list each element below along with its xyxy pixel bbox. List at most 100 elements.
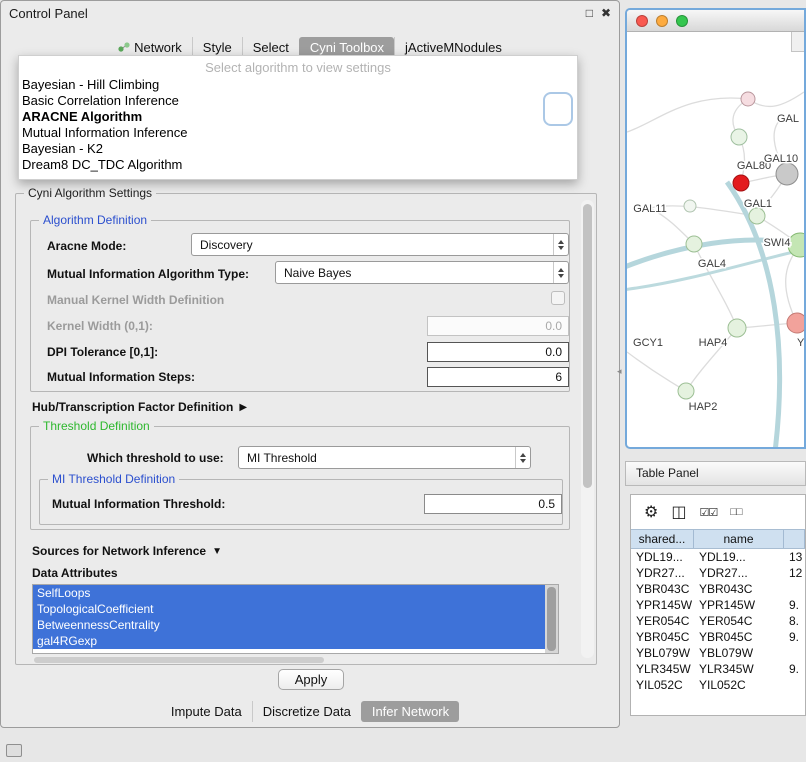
table-row[interactable]: YDR27...YDR27...12 bbox=[631, 565, 805, 581]
table-row[interactable]: YLR345WYLR345W9. bbox=[631, 661, 805, 677]
hub-definition-label: Hub/Transcription Factor Definition bbox=[32, 400, 233, 414]
network-edge bbox=[694, 244, 737, 328]
table-body: YDL19...YDL19...13YDR27...YDR27...12YBR0… bbox=[631, 549, 805, 693]
apply-button[interactable]: Apply bbox=[278, 669, 344, 690]
network-scrollbar-stub[interactable] bbox=[791, 32, 804, 52]
network-node[interactable] bbox=[728, 319, 746, 337]
table-cell: 13 bbox=[784, 549, 805, 565]
network-node-label: GAL1 bbox=[744, 198, 772, 210]
chevron-right-icon: ▶ bbox=[239, 402, 247, 413]
table-cell bbox=[784, 581, 805, 597]
network-node-label: GCY1 bbox=[633, 337, 663, 349]
attribute-item-gal4rgexp[interactable]: gal4RGexp bbox=[33, 633, 545, 649]
algorithm-option-bayesian-hill-climbing[interactable]: Bayesian - Hill Climbing bbox=[19, 77, 577, 93]
close-light-icon[interactable] bbox=[636, 15, 648, 27]
gear-icon[interactable]: ⚙ bbox=[644, 502, 658, 522]
network-icon bbox=[118, 41, 130, 53]
network-node-gal1[interactable] bbox=[749, 208, 765, 224]
stepper-icon bbox=[515, 447, 530, 468]
attributes-hscrollbar[interactable] bbox=[32, 656, 559, 664]
network-node-gal4[interactable] bbox=[686, 236, 702, 252]
network-node-gal10[interactable] bbox=[776, 163, 798, 185]
aracne-mode-label: Aracne Mode: bbox=[47, 239, 126, 253]
kernel-width-label: Kernel Width (0,1): bbox=[47, 319, 153, 333]
network-node[interactable] bbox=[741, 92, 755, 106]
window-title: Control Panel bbox=[9, 6, 578, 21]
column-header-shared-[interactable]: shared... bbox=[631, 530, 694, 548]
table-row[interactable]: YBL079WYBL079W bbox=[631, 645, 805, 661]
chevron-down-icon: ▼ bbox=[212, 546, 222, 557]
settings-scrollbar[interactable] bbox=[581, 200, 594, 658]
network-node-label: GAL11 bbox=[633, 203, 666, 215]
table-cell: 9. bbox=[784, 661, 805, 677]
network-edge bbox=[627, 98, 748, 132]
tab-infer-network[interactable]: Infer Network bbox=[361, 701, 459, 722]
zoom-light-icon[interactable] bbox=[676, 15, 688, 27]
algorithm-option-mutual-information-inference[interactable]: Mutual Information Inference bbox=[19, 125, 577, 141]
minimize-light-icon[interactable] bbox=[656, 15, 668, 27]
aracne-mode-select[interactable]: Discovery bbox=[191, 233, 569, 256]
table-row[interactable]: YIL052CYIL052C bbox=[631, 677, 805, 693]
table-row[interactable]: YDL19...YDL19...13 bbox=[631, 549, 805, 565]
network-canvas[interactable]: GALGAL80GAL10GAL11GAL1SWI4GAL4GCY1HAP4YH… bbox=[627, 32, 804, 448]
network-node-label: HAP4 bbox=[699, 337, 728, 349]
table-panel-window: ⚙ ◫ ☑☑ □□ shared...name YDL19...YDL19...… bbox=[630, 494, 806, 716]
data-attributes-list: SelfLoopsTopologicalCoefficientBetweenne… bbox=[32, 584, 559, 654]
manual-kernel-checkbox[interactable] bbox=[551, 291, 565, 305]
stepper-icon bbox=[553, 234, 568, 255]
algorithm-definition-title: Algorithm Definition bbox=[39, 213, 151, 227]
network-node[interactable] bbox=[787, 313, 804, 333]
network-node-hap2[interactable] bbox=[678, 383, 694, 399]
columns-icon[interactable]: ◫ bbox=[671, 502, 686, 522]
mi-threshold-field[interactable]: 0.5 bbox=[424, 494, 562, 514]
network-view-window: GALGAL80GAL10GAL11GAL1SWI4GAL4GCY1HAP4YH… bbox=[625, 8, 806, 449]
network-svg: GALGAL80GAL10GAL11GAL1SWI4GAL4GCY1HAP4YH… bbox=[627, 32, 804, 448]
network-node-label: GAL bbox=[777, 113, 799, 125]
network-node-label: Y bbox=[797, 337, 804, 349]
mi-type-select[interactable]: Naive Bayes bbox=[275, 261, 569, 284]
attributes-scrollbar[interactable] bbox=[545, 585, 558, 653]
mi-threshold-label: Mutual Information Threshold: bbox=[52, 497, 225, 511]
table-row[interactable]: YBR045CYBR045C9. bbox=[631, 629, 805, 645]
which-threshold-select[interactable]: MI Threshold bbox=[238, 446, 531, 469]
select-unchecked-icon[interactable]: □□ bbox=[730, 506, 741, 518]
attribute-item-betweennesscentrality[interactable]: BetweennessCentrality bbox=[33, 617, 545, 633]
network-edge bbox=[627, 352, 686, 391]
network-node[interactable] bbox=[733, 175, 749, 191]
table-cell: 9. bbox=[784, 597, 805, 613]
hub-definition-toggle[interactable]: Hub/Transcription Factor Definition ▶ bbox=[32, 400, 247, 414]
algorithm-option-aracne-algorithm[interactable]: ARACNE Algorithm bbox=[19, 109, 577, 125]
float-icon[interactable]: □ bbox=[586, 6, 593, 20]
mi-steps-field[interactable]: 6 bbox=[427, 367, 569, 387]
panel-divider-handle[interactable]: ◂ bbox=[617, 366, 622, 377]
tab-discretize-data[interactable]: Discretize Data bbox=[252, 701, 361, 722]
algorithm-definition-group: Algorithm Definition Aracne Mode: Discov… bbox=[30, 220, 570, 392]
algorithm-option-dream8-dc-tdc-algorithm[interactable]: Dream8 DC_TDC Algorithm bbox=[19, 157, 577, 173]
bottom-tabs: Impute DataDiscretize DataInfer Network bbox=[1, 701, 619, 722]
column-header-3[interactable] bbox=[784, 530, 805, 548]
network-node[interactable] bbox=[731, 129, 747, 145]
table-cell: 8. bbox=[784, 613, 805, 629]
dpi-tolerance-field[interactable]: 0.0 bbox=[427, 342, 569, 362]
sources-toggle[interactable]: Sources for Network Inference ▼ bbox=[32, 544, 222, 558]
kernel-width-field[interactable]: 0.0 bbox=[427, 316, 569, 336]
algorithm-option-basic-correlation-inference[interactable]: Basic Correlation Inference bbox=[19, 93, 577, 109]
algorithm-option-bayesian-k2[interactable]: Bayesian - K2 bbox=[19, 141, 577, 157]
attribute-item-topologicalcoefficient[interactable]: TopologicalCoefficient bbox=[33, 601, 545, 617]
threshold-definition-title: Threshold Definition bbox=[39, 419, 154, 433]
close-icon[interactable]: ✖ bbox=[601, 6, 611, 20]
tab-impute-data[interactable]: Impute Data bbox=[161, 701, 252, 722]
network-node[interactable] bbox=[684, 200, 696, 212]
table-row[interactable]: YER054CYER054C8. bbox=[631, 613, 805, 629]
column-header-name[interactable]: name bbox=[694, 530, 784, 548]
settings-group-title: Cyni Algorithm Settings bbox=[24, 186, 156, 200]
table-row[interactable]: YBR043CYBR043C bbox=[631, 581, 805, 597]
attribute-item-selfloops[interactable]: SelfLoops bbox=[33, 585, 545, 601]
control-panel-titlebar: Control Panel □ ✖ bbox=[1, 1, 619, 25]
network-window-titlebar bbox=[627, 10, 804, 32]
table-row[interactable]: YPR145WYPR145W9. bbox=[631, 597, 805, 613]
select-checked-icon[interactable]: ☑☑ bbox=[699, 506, 717, 519]
mi-threshold-group-title: MI Threshold Definition bbox=[48, 472, 179, 486]
panel-dock-icon[interactable] bbox=[6, 744, 22, 757]
table-cell: YIL052C bbox=[694, 677, 784, 693]
